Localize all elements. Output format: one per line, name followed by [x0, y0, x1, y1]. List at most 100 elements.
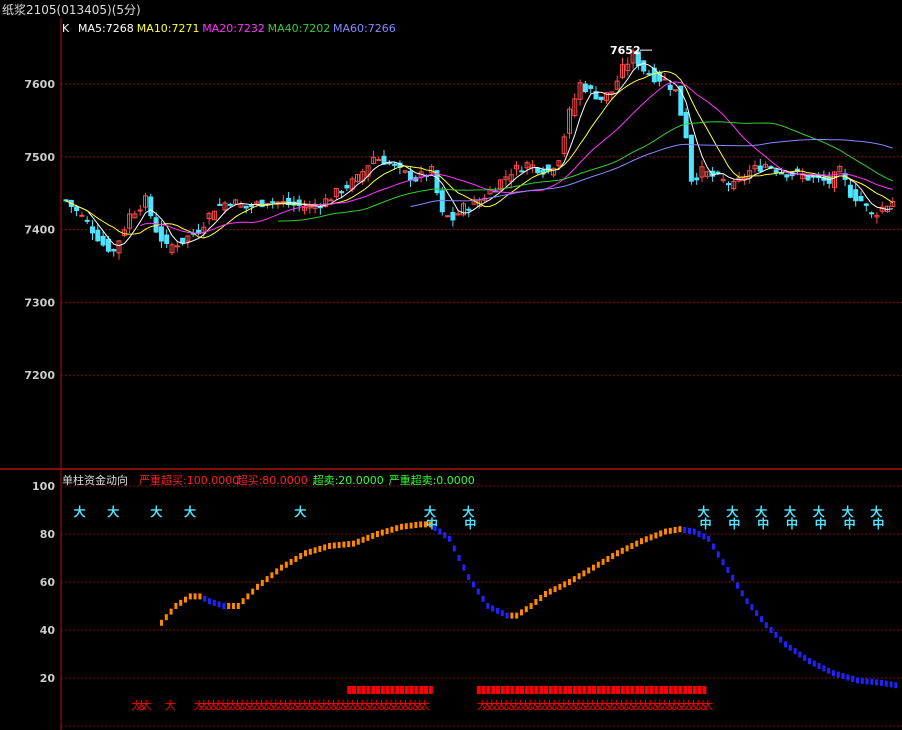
indicator-point: [256, 583, 259, 590]
indicator-point: [419, 521, 423, 528]
candle-body: [598, 96, 604, 101]
strength-bar: [582, 686, 587, 694]
candle-body: [392, 163, 398, 166]
indicator-point: [697, 531, 701, 537]
strength-bar: [404, 686, 409, 694]
indicator-point: [894, 682, 898, 689]
indicator-point: [635, 540, 639, 547]
strength-bar: [601, 686, 606, 694]
indicator-point: [755, 610, 759, 617]
indicator-point: [817, 663, 821, 669]
y-tick-label: 7600: [24, 78, 55, 91]
strength-bar: [678, 686, 683, 694]
indicator-point: [779, 636, 783, 643]
indicator-point: [524, 606, 528, 613]
indicator-point: [318, 545, 322, 552]
indicator-point: [534, 599, 538, 605]
strength-bar: [644, 686, 649, 694]
indicator-point: [275, 568, 279, 575]
candle-body: [545, 164, 551, 172]
indicator-point: [745, 598, 749, 605]
indicator-point: [356, 538, 360, 545]
strength-bar: [361, 686, 366, 694]
indicator-point: [462, 564, 466, 571]
candle-body: [74, 206, 80, 211]
signal-mid: 中: [700, 516, 712, 531]
candle-body: [588, 85, 594, 89]
candle-body: [344, 184, 350, 189]
candle-body: [100, 235, 106, 246]
signal-top: 大: [74, 504, 86, 519]
strength-bar: [515, 686, 520, 694]
indicator-point: [212, 599, 216, 606]
signal-top: 大: [150, 504, 162, 519]
strength-mark: 大: [165, 698, 176, 712]
strength-bar: [640, 686, 644, 694]
strength-bar: [385, 686, 390, 694]
indicator-point: [851, 675, 855, 682]
indicator-point: [880, 679, 883, 686]
indicator-point: [217, 601, 221, 608]
indicator-point: [395, 525, 399, 532]
indicator-point: [491, 605, 495, 612]
candle-body: [79, 214, 85, 217]
strength-bar: [500, 686, 505, 694]
ma-line-ma10: [65, 70, 894, 239]
indicator-point: [760, 616, 763, 623]
strength-bar: [356, 686, 361, 694]
ma-line-ma60: [410, 139, 893, 207]
indicator-point: [481, 595, 485, 602]
legend-ma60: MA60:7266: [333, 22, 396, 35]
candle-body: [280, 201, 286, 204]
indicator-point: [568, 579, 571, 585]
strength-bar: [486, 686, 491, 694]
indicator-point: [352, 540, 355, 547]
level-label: 严重超卖:0.0000: [389, 473, 475, 487]
indicator-point: [361, 536, 365, 543]
indicator-point: [664, 528, 667, 535]
strength-bar: [553, 686, 558, 694]
strength-bar: [505, 686, 510, 694]
strength-bar: [428, 686, 433, 694]
indicator-point: [712, 543, 715, 550]
indicator-point: [827, 667, 831, 674]
strength-bar: [491, 686, 496, 694]
indicator-point: [337, 542, 341, 549]
indicator-point: [596, 561, 600, 568]
indicator-point: [736, 582, 739, 589]
y-tick-label: 7500: [24, 151, 55, 164]
indicator-point: [726, 567, 730, 573]
strength-bar: [606, 686, 611, 694]
indicator-point: [193, 593, 197, 600]
strength-bar: [568, 686, 572, 694]
candle-body: [376, 159, 382, 162]
indicator-point: [587, 567, 591, 574]
indicator-point: [164, 614, 168, 621]
y-tick-label: 100: [32, 480, 55, 493]
indicator-point: [784, 641, 787, 648]
strength-bar: [419, 686, 424, 694]
indicator-point: [688, 527, 691, 534]
strength-bar: [534, 686, 539, 694]
strength-bar: [347, 686, 352, 694]
indicator-point: [611, 553, 615, 560]
indicator-point: [294, 555, 298, 562]
indicator-point: [558, 583, 562, 590]
indicator-point: [740, 590, 744, 597]
indicator-point: [169, 608, 173, 615]
candle-body: [853, 189, 859, 202]
strength-bar: [520, 686, 524, 694]
strength-bar: [371, 686, 376, 694]
candle-body: [662, 78, 668, 81]
candle-body: [858, 195, 864, 202]
y-tick-label: 40: [40, 624, 56, 637]
indicator-point: [265, 576, 269, 583]
strength-bar: [697, 686, 702, 694]
indicator-point: [673, 527, 677, 533]
indicator-point: [860, 677, 864, 684]
signal-top: 大: [294, 504, 306, 519]
signal-mid: 中: [757, 516, 769, 531]
indicator-point: [385, 528, 389, 535]
indicator-point: [414, 522, 418, 528]
strength-bar: [409, 686, 414, 694]
